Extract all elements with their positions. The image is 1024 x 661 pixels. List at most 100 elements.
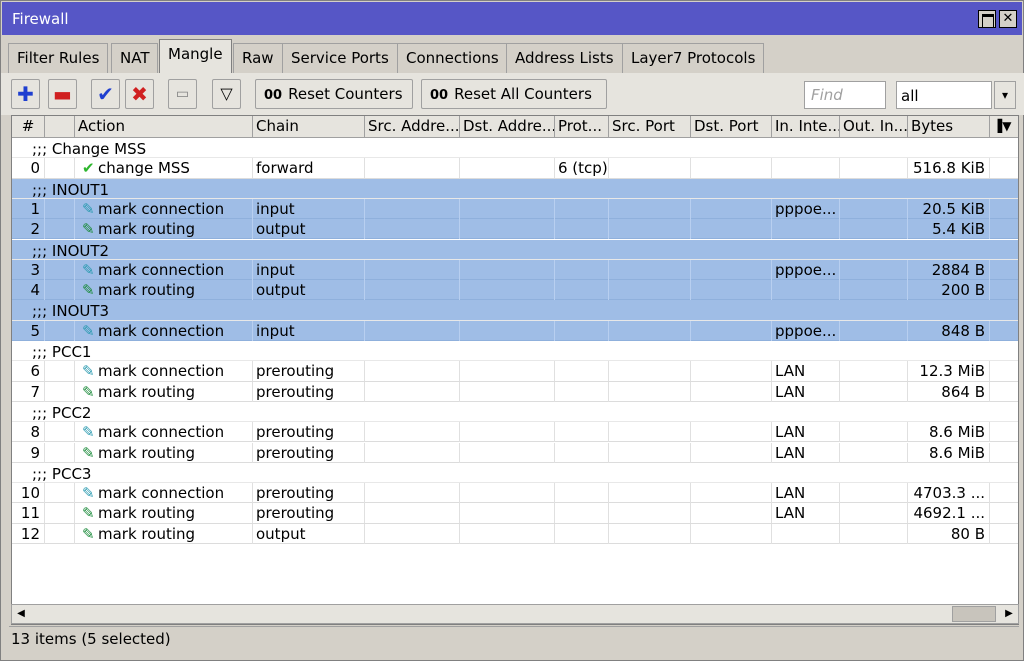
col-src-address[interactable]: Src. Addre... <box>365 116 460 138</box>
scroll-right-icon[interactable]: ▶ <box>1000 605 1018 623</box>
cell-proto <box>555 259 609 280</box>
comment-row[interactable]: ;;; INOUT2 <box>12 239 1018 260</box>
tab-mangle[interactable]: Mangle <box>159 39 232 73</box>
table-row[interactable]: 9 ✎ mark routing prerouting LAN 8.6 MiB <box>12 442 1018 463</box>
tab-raw[interactable]: Raw <box>233 43 283 73</box>
cell-pad <box>990 443 1018 463</box>
table-row[interactable]: 5 ✎ mark connection input pppoe... 848 B <box>12 320 1018 341</box>
cell-proto <box>555 483 609 504</box>
col-dst-address[interactable]: Dst. Addre... <box>460 116 555 138</box>
scroll-left-icon[interactable]: ◀ <box>12 605 30 623</box>
cell-flag <box>45 361 75 382</box>
action-label: mark routing <box>98 443 196 462</box>
table-row[interactable]: 7 ✎ mark routing prerouting LAN 864 B <box>12 381 1018 402</box>
horizontal-scrollbar[interactable]: ◀ ▶ <box>11 604 1019 624</box>
cell-dport <box>691 381 772 402</box>
col-dst-port[interactable]: Dst. Port <box>691 116 772 138</box>
col-chain[interactable]: Chain <box>253 116 365 138</box>
tab-service-ports[interactable]: Service Ports <box>282 43 398 73</box>
cell-src <box>365 381 460 402</box>
cell-in: pppoe... <box>772 198 840 219</box>
comment-button[interactable]: ▭ <box>168 79 197 109</box>
cell-proto <box>555 503 609 524</box>
filter-select[interactable]: all <box>896 81 992 109</box>
disable-button[interactable]: ✖ <box>125 79 154 109</box>
remove-button[interactable]: ▬ <box>48 79 77 109</box>
cell-dport <box>691 280 772 301</box>
table-row[interactable]: 4 ✎ mark routing output 200 B <box>12 280 1018 301</box>
reset-all-counters-button[interactable]: 00 Reset All Counters <box>421 79 607 109</box>
action-label: mark routing <box>98 524 196 543</box>
cell-proto <box>555 422 609 443</box>
table-row[interactable]: 2 ✎ mark routing output 5.4 KiB <box>12 219 1018 240</box>
cell-proto: 6 (tcp) <box>555 158 609 179</box>
table-row[interactable]: 1 ✎ mark connection input pppoe... 20.5 KiB <box>12 198 1018 220</box>
table-row[interactable]: 12 ✎ mark routing output 80 B <box>12 523 1018 544</box>
cell-dport <box>691 219 772 240</box>
table-row[interactable]: 8 ✎ mark connection prerouting LAN 8.6 MiB <box>12 422 1018 443</box>
cell-dst <box>460 320 555 341</box>
cell-in: LAN <box>772 381 840 402</box>
cell-flag <box>45 523 75 544</box>
cell-chain: prerouting <box>253 442 365 463</box>
col-out-interface[interactable]: Out. In... <box>840 116 908 138</box>
comment-row[interactable]: ;;; INOUT1 <box>12 178 1018 199</box>
tab-address-lists[interactable]: Address Lists <box>506 43 623 73</box>
col-src-port[interactable]: Src. Port <box>609 116 691 138</box>
cell-flag <box>45 442 75 463</box>
cell-src <box>365 320 460 341</box>
col-protocol[interactable]: Prot... <box>555 116 609 138</box>
comment-row[interactable]: ;;; Change MSS <box>12 138 1018 159</box>
find-input[interactable]: Find <box>804 81 886 109</box>
col-flag[interactable] <box>45 116 75 138</box>
cell-dport <box>691 503 772 524</box>
comment-row[interactable]: ;;; INOUT3 <box>12 300 1018 321</box>
table-row[interactable]: 10 ✎ mark connection prerouting LAN 4703.3 ..… <box>12 483 1018 504</box>
enable-button[interactable]: ✔ <box>91 79 120 109</box>
cell-in: LAN <box>772 442 840 463</box>
table-row[interactable]: 11 ✎ mark routing prerouting LAN 4692.1 ... <box>12 503 1018 524</box>
col-bytes[interactable]: Bytes <box>908 116 990 138</box>
col-action[interactable]: Action <box>75 116 253 138</box>
filter-button[interactable]: ▽ <box>212 79 241 109</box>
comment-row[interactable]: ;;; PCC2 <box>12 402 1018 423</box>
column-menu-button[interactable]: ▐▼ <box>990 116 1018 138</box>
cell-out <box>840 280 908 301</box>
tab-layer7-protocols[interactable]: Layer7 Protocols <box>622 43 765 73</box>
tab-connections[interactable]: Connections <box>397 43 508 73</box>
close-button[interactable]: ✕ <box>999 10 1017 28</box>
action-label: mark connection <box>98 199 225 218</box>
cell-pad <box>990 158 1018 178</box>
cell-num: 5 <box>12 320 45 341</box>
table-row[interactable]: 6 ✎ mark connection prerouting LAN 12.3 MiB <box>12 361 1018 382</box>
pencil-icon: ✎ <box>82 260 95 279</box>
col-in-interface[interactable]: In. Inte... <box>772 116 840 138</box>
comment-row[interactable]: ;;; PCC3 <box>12 463 1018 484</box>
cell-dst <box>460 280 555 301</box>
tab-nat[interactable]: NAT <box>111 43 159 73</box>
title-bar[interactable]: Firewall ✕ <box>2 2 1022 35</box>
rule-comment: ;;; PCC1 <box>32 343 92 361</box>
cell-sport <box>609 320 691 341</box>
cell-dport <box>691 442 772 463</box>
pencil-icon: ✎ <box>82 504 95 523</box>
filter-dropdown-arrow[interactable]: ▾ <box>994 81 1016 109</box>
cell-bytes: 2884 B <box>908 259 990 280</box>
tab-filter-rules[interactable]: Filter Rules <box>8 43 109 73</box>
table-row[interactable]: 0 ✔ change MSS forward 6 (tcp) 516.8 KiB <box>12 158 1018 179</box>
cell-num: 12 <box>12 523 45 544</box>
col-num[interactable]: # <box>12 116 45 138</box>
scroll-thumb[interactable] <box>952 606 996 622</box>
pencil-icon: ✎ <box>82 484 95 503</box>
maximize-button[interactable] <box>978 10 996 28</box>
action-cell: ✎ mark routing <box>75 523 253 544</box>
toolbar: ✚ ▬ ✔ ✖ ▭ ▽ 00 Reset Counters 00 Reset All… <box>1 73 1024 115</box>
cell-num: 8 <box>12 422 45 443</box>
reset-counters-button[interactable]: 00 Reset Counters <box>255 79 413 109</box>
comment-row[interactable]: ;;; PCC1 <box>12 341 1018 362</box>
cell-dport <box>691 320 772 341</box>
table-row[interactable]: 3 ✎ mark connection input pppoe... 2884 B <box>12 259 1018 281</box>
add-button[interactable]: ✚ <box>11 79 40 109</box>
cell-pad <box>990 280 1018 300</box>
action-label: mark routing <box>98 504 196 523</box>
